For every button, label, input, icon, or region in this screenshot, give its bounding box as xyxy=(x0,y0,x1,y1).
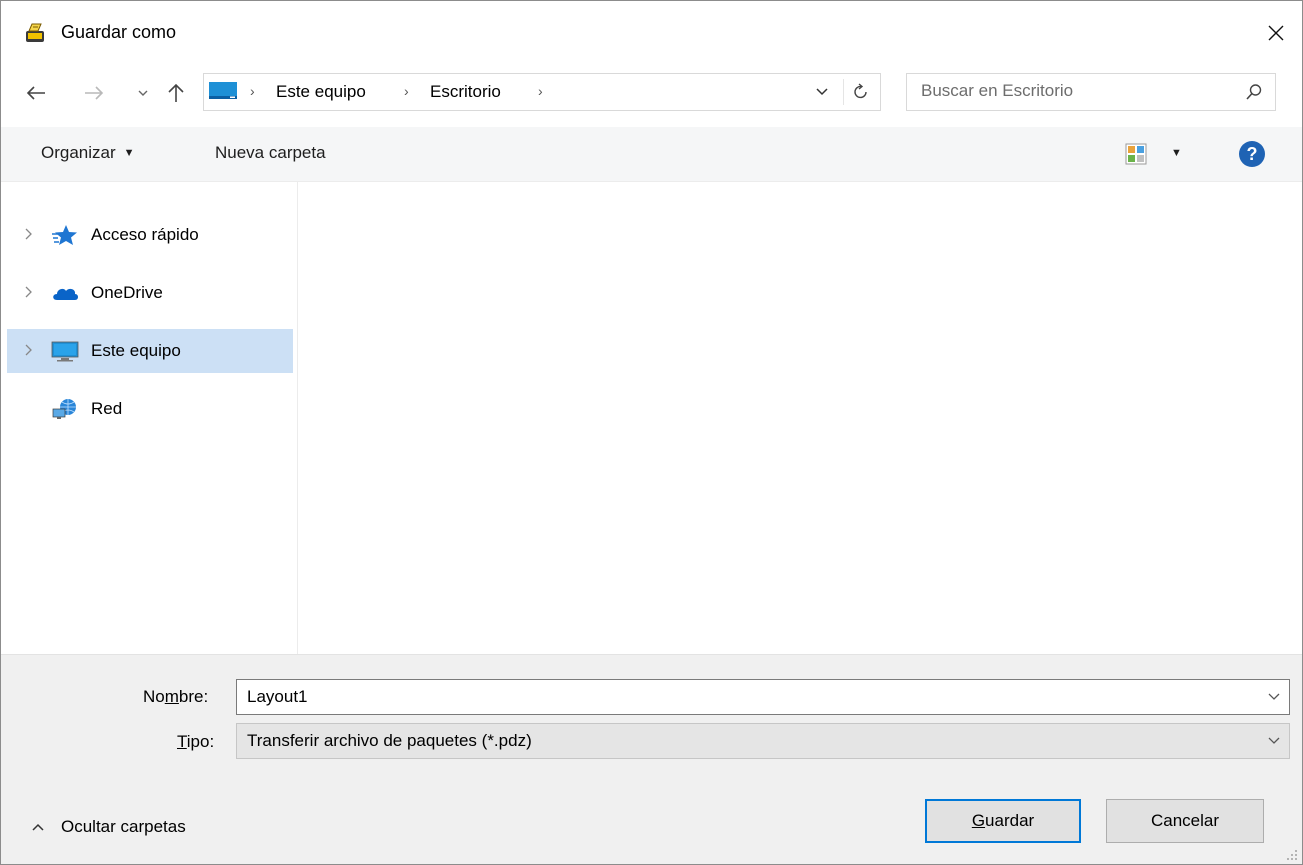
help-icon[interactable]: ? xyxy=(1239,141,1265,167)
tree-item-label: Red xyxy=(91,399,123,418)
window-title: Guardar como xyxy=(61,22,177,42)
navigation-pane: Acceso rápido OneDrive Este equipo Red xyxy=(1,182,298,654)
search-input[interactable] xyxy=(921,78,1221,104)
star-icon xyxy=(52,225,77,245)
file-name-combobox xyxy=(236,679,1290,715)
resize-grip-icon[interactable] xyxy=(1286,849,1298,861)
cancel-button[interactable]: Cancelar xyxy=(1106,799,1264,843)
hide-folders-button[interactable]: Ocultar carpetas xyxy=(31,817,186,837)
breadcrumb-separator: › xyxy=(538,83,543,99)
chevron-up-icon xyxy=(32,823,44,831)
breadcrumb-escritorio[interactable]: Escritorio xyxy=(430,82,501,102)
tree-item-este-equipo[interactable]: Este equipo xyxy=(7,329,293,373)
forward-button[interactable] xyxy=(79,77,109,109)
recent-locations-button[interactable] xyxy=(133,77,153,109)
organize-menu-button[interactable]: Organizar ▼ xyxy=(41,143,135,163)
save-button[interactable]: Guardar xyxy=(925,799,1081,843)
tree-item-acceso-rapido[interactable]: Acceso rápido xyxy=(7,213,293,257)
chevron-down-icon xyxy=(138,90,148,96)
new-folder-label: Nueva carpeta xyxy=(215,143,326,162)
cloud-icon xyxy=(53,288,78,300)
address-divider xyxy=(843,79,844,105)
tree-item-label: Este equipo xyxy=(91,341,181,360)
back-button[interactable] xyxy=(21,77,51,109)
tree-item-label: OneDrive xyxy=(91,283,163,302)
new-folder-button[interactable]: Nueva carpeta xyxy=(215,143,326,163)
up-arrow-icon xyxy=(168,83,184,102)
view-options-icon[interactable] xyxy=(1125,143,1147,165)
computer-icon xyxy=(209,82,237,99)
file-type-value: Transferir archivo de paquetes (*.pdz) xyxy=(247,731,532,750)
search-icon[interactable] xyxy=(1245,83,1263,101)
refresh-button[interactable] xyxy=(846,78,876,106)
chevron-down-icon xyxy=(1268,737,1280,744)
close-icon xyxy=(1268,25,1284,41)
chevron-down-icon[interactable] xyxy=(1267,690,1281,704)
close-button[interactable] xyxy=(1250,11,1302,55)
save-as-dialog: Guardar como › Este equipo › Escritorio … xyxy=(0,0,1303,865)
app-icon xyxy=(26,23,44,42)
chevron-right-icon[interactable] xyxy=(21,343,35,357)
type-field-label: Tipo: xyxy=(177,732,215,751)
chevron-right-icon[interactable] xyxy=(21,227,35,241)
breadcrumb-este-equipo[interactable]: Este equipo xyxy=(276,82,366,102)
file-type-select[interactable]: Transferir archivo de paquetes (*.pdz) xyxy=(236,723,1290,759)
search-box xyxy=(906,73,1276,111)
tree-item-onedrive[interactable]: OneDrive xyxy=(7,271,293,315)
tree-item-label: Acceso rápido xyxy=(91,225,199,244)
up-button[interactable] xyxy=(161,77,191,109)
name-field-label: Nombre: xyxy=(143,687,209,706)
save-options-panel: Nombre: Tipo: Transferir archivo de paqu… xyxy=(1,654,1302,864)
breadcrumb-separator: › xyxy=(404,83,409,99)
address-history-button[interactable] xyxy=(812,82,832,102)
file-name-input[interactable] xyxy=(247,684,1227,710)
chevron-right-icon[interactable] xyxy=(21,285,35,299)
command-bar: Organizar ▼ Nueva carpeta ▼ ? xyxy=(1,127,1302,182)
file-list-area[interactable] xyxy=(298,182,1302,654)
tree-item-red[interactable]: Red xyxy=(7,387,293,431)
breadcrumb-separator: › xyxy=(250,83,255,99)
back-arrow-icon xyxy=(26,86,45,100)
computer-icon xyxy=(51,341,79,362)
forward-arrow-icon xyxy=(85,86,104,100)
navigation-bar: › Este equipo › Escritorio › xyxy=(1,65,1302,123)
refresh-icon xyxy=(854,83,867,99)
hide-folders-label: Ocultar carpetas xyxy=(61,817,186,836)
chevron-down-icon xyxy=(816,88,828,96)
organize-label: Organizar xyxy=(41,143,116,162)
network-icon xyxy=(52,399,76,419)
title-bar: Guardar como xyxy=(1,1,1302,63)
address-bar[interactable]: › Este equipo › Escritorio › xyxy=(203,73,881,111)
caret-down-icon: ▼ xyxy=(123,147,135,159)
view-dropdown-icon[interactable]: ▼ xyxy=(1171,147,1182,159)
